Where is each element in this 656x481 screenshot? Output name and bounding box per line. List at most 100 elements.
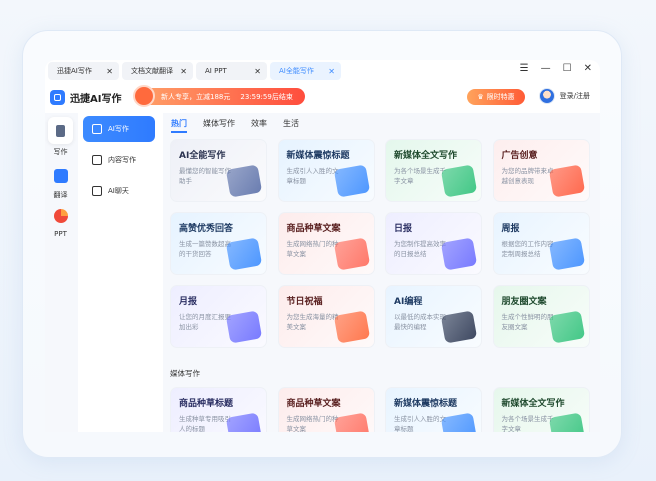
card-title: 节日祝福 bbox=[286, 297, 323, 307]
card-title: 商品种草文案 bbox=[286, 224, 341, 234]
pie-chart-icon bbox=[50, 205, 72, 227]
card-description: 根据您的工作内容定制周报总结 bbox=[501, 240, 554, 258]
tab-ai-ppt[interactable]: AI PPT ✕ bbox=[196, 62, 267, 80]
close-icon[interactable]: ✕ bbox=[180, 67, 187, 76]
feature-card[interactable]: 节日祝福为您生成海量的精美文案 bbox=[277, 285, 375, 348]
app-name: 迅捷AI写作 bbox=[70, 94, 122, 105]
card-description: 为您生成海量的精美文案 bbox=[286, 313, 339, 331]
card-illustration-icon bbox=[333, 164, 370, 198]
login-button[interactable]: 登录/注册 bbox=[538, 88, 590, 104]
card-description: 为各个场景生成千字文章 bbox=[394, 167, 446, 185]
close-icon[interactable]: ✕ bbox=[106, 67, 113, 76]
sidebar-item-ai-writing[interactable]: AI写作 bbox=[83, 116, 155, 142]
card-description: 生成引人入胜的文章标题 bbox=[286, 167, 339, 185]
alarm-clock-icon bbox=[133, 85, 155, 107]
feature-card[interactable]: AI全能写作 最懂您的智能写作助手 bbox=[170, 139, 267, 202]
book-icon bbox=[92, 124, 102, 134]
card-title: 日报 bbox=[394, 224, 413, 234]
tab-label: 迅捷AI写作 bbox=[57, 67, 92, 75]
tab-label: AI PPT bbox=[205, 67, 227, 75]
avatar bbox=[538, 88, 555, 104]
feature-card[interactable]: 周报根据您的工作内容定制周报总结 bbox=[492, 212, 590, 275]
card-description: 生成一篇赞数超高的干货回答 bbox=[179, 240, 231, 258]
note-icon bbox=[92, 155, 102, 165]
feature-card[interactable]: 朋友圈文案生成个性鲜明的朋友圈文案 bbox=[492, 285, 590, 348]
tab-hot[interactable]: 热门 bbox=[171, 118, 187, 133]
translate-icon bbox=[50, 165, 72, 187]
promo-timer: 23:59:59后结束 bbox=[240, 92, 293, 101]
feature-card[interactable]: 商品种草标题 生成种草专用吸引人的标题 bbox=[170, 387, 267, 432]
card-title: 商品种草文案 bbox=[286, 399, 341, 409]
card-title: 新媒体全文写作 bbox=[394, 151, 458, 161]
card-illustration-icon bbox=[225, 237, 263, 271]
feature-card[interactable]: 商品种草文案生成网络热门的种草文案 bbox=[277, 212, 375, 275]
feature-card[interactable]: 新媒体震惊标题生成引人入胜的文章标题 bbox=[277, 139, 375, 202]
feature-card[interactable]: 新媒体全文写作 为各个场景生成千字文章 bbox=[492, 387, 590, 432]
card-title: 朋友圈文案 bbox=[501, 297, 547, 307]
feature-card[interactable]: 高赞优秀回答生成一篇赞数超高的干货回答 bbox=[170, 212, 267, 275]
feature-card[interactable]: 日报为您制作提高效率的日报总结 bbox=[385, 212, 482, 275]
sidebar-item-ai-chat[interactable]: AI聊天 bbox=[83, 178, 155, 204]
promo-banner[interactable]: 新人专享，立减188元 23:59:59后结束 bbox=[133, 85, 305, 107]
card-title: 周报 bbox=[501, 224, 520, 234]
app-window: 迅捷AI写作 ✕ 文档文献翻译 ✕ AI PPT ✕ AI全能写作 ✕ ☰ — ☐ ✕ … bbox=[45, 60, 600, 432]
rail-item-writing[interactable]: 写作 bbox=[48, 117, 73, 157]
rail-item-ppt[interactable]: PPT bbox=[48, 205, 73, 238]
tab-xunjie-ai[interactable]: 迅捷AI写作 ✕ bbox=[48, 62, 119, 80]
feature-card[interactable]: AI编程 以最低的成本实现最快的编程 bbox=[385, 285, 482, 348]
card-description: 生成网络热门的种草文案 bbox=[286, 240, 339, 258]
tab-ai-all-writing[interactable]: AI全能写作 ✕ bbox=[270, 62, 341, 80]
card-description: 为您制作提高效率的日报总结 bbox=[394, 240, 446, 258]
card-illustration-icon bbox=[548, 310, 585, 344]
limited-deal-button[interactable]: ♛ 限时特惠 bbox=[467, 89, 525, 105]
window-controls: ☰ — ☐ ✕ bbox=[520, 63, 592, 74]
feature-card[interactable]: 新媒体震惊标题 生成引人入胜的文章标题 bbox=[385, 387, 482, 432]
card-title: 月报 bbox=[179, 297, 198, 307]
close-window-icon[interactable]: ✕ bbox=[584, 63, 592, 74]
card-description: 为您的品牌带来卓越创意表现 bbox=[501, 167, 554, 185]
close-icon[interactable]: ✕ bbox=[254, 67, 261, 76]
tab-label: 文档文献翻译 bbox=[131, 67, 173, 75]
card-illustration-icon bbox=[548, 164, 585, 198]
card-illustration-icon bbox=[440, 164, 478, 198]
tab-bar: 迅捷AI写作 ✕ 文档文献翻译 ✕ AI PPT ✕ AI全能写作 ✕ bbox=[45, 60, 600, 82]
sidebar-label: AI聊天 bbox=[108, 187, 129, 195]
card-illustration-icon bbox=[440, 237, 478, 271]
feature-card[interactable]: 广告创意为您的品牌带来卓越创意表现 bbox=[492, 139, 590, 202]
card-illustration-icon bbox=[225, 164, 263, 198]
feature-card[interactable]: 月报让您的月度汇报更加出彩 bbox=[170, 285, 267, 348]
card-description: 让您的月度汇报更加出彩 bbox=[179, 313, 231, 331]
section-title: 媒体写作 bbox=[170, 369, 200, 378]
document-icon bbox=[48, 117, 73, 144]
card-illustration-icon bbox=[440, 310, 478, 344]
card-description: 最懂您的智能写作助手 bbox=[179, 167, 231, 185]
tab-life[interactable]: 生活 bbox=[283, 118, 299, 133]
card-title: 广告创意 bbox=[501, 151, 538, 161]
feature-card[interactable]: 新媒体全文写作为各个场景生成千字文章 bbox=[385, 139, 482, 202]
card-description: 以最低的成本实现最快的编程 bbox=[394, 313, 446, 331]
close-icon[interactable]: ✕ bbox=[328, 67, 335, 76]
card-title: 高赞优秀回答 bbox=[179, 224, 234, 234]
tab-translate[interactable]: 文档文献翻译 ✕ bbox=[122, 62, 193, 80]
tab-media[interactable]: 媒体写作 bbox=[203, 118, 235, 133]
card-illustration-icon bbox=[225, 310, 263, 344]
category-tabs: 热门 媒体写作 效率 生活 bbox=[171, 118, 299, 133]
card-title: 商品种草标题 bbox=[179, 399, 234, 409]
sidebar: AI写作 内容写作 AI聊天 bbox=[78, 113, 163, 432]
rail-label: 写作 bbox=[53, 148, 68, 156]
chat-icon bbox=[92, 186, 102, 196]
card-illustration-icon bbox=[333, 237, 370, 271]
feature-card[interactable]: 商品种草文案 生成网络热门的种草文案 bbox=[277, 387, 375, 432]
card-description: 生成个性鲜明的朋友圈文案 bbox=[501, 313, 554, 331]
rail-item-translate[interactable]: 翻译 bbox=[48, 165, 73, 200]
card-title: 新媒体震惊标题 bbox=[286, 151, 350, 161]
sidebar-label: 内容写作 bbox=[108, 156, 136, 164]
sidebar-item-content-writing[interactable]: 内容写作 bbox=[83, 147, 155, 173]
tab-efficiency[interactable]: 效率 bbox=[251, 118, 267, 133]
maximize-icon[interactable]: ☐ bbox=[563, 63, 572, 74]
card-title: 新媒体震惊标题 bbox=[394, 399, 458, 409]
menu-icon[interactable]: ☰ bbox=[520, 63, 529, 74]
tab-label: AI全能写作 bbox=[279, 67, 314, 75]
sidebar-label: AI写作 bbox=[108, 125, 129, 133]
minimize-icon[interactable]: — bbox=[541, 63, 551, 74]
